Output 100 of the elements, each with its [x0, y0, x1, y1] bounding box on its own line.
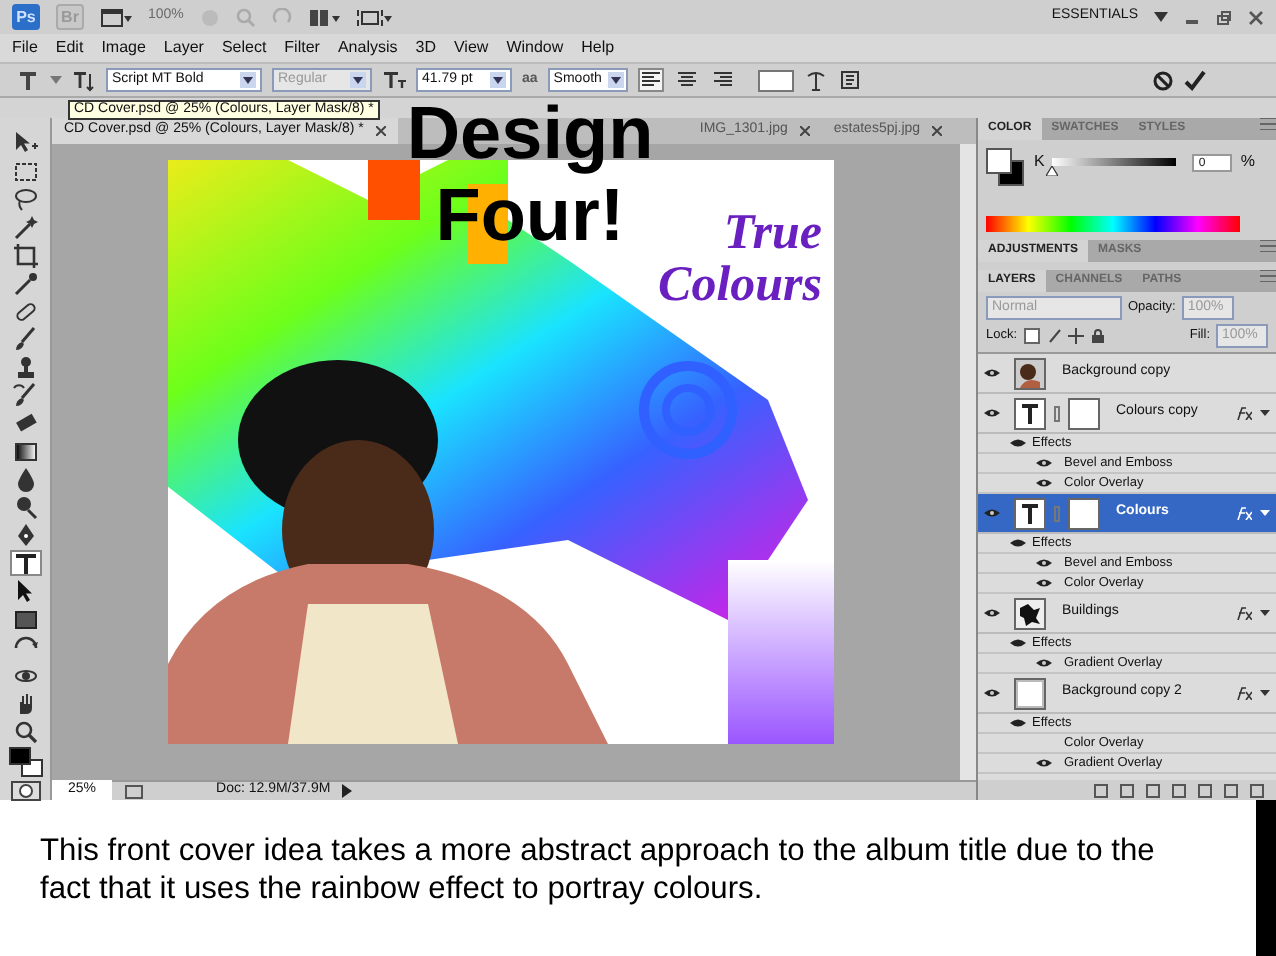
tool-button[interactable] — [9, 186, 41, 212]
brush-tool-icon — [11, 326, 39, 352]
tool-button[interactable] — [9, 438, 41, 464]
tool-button[interactable] — [9, 270, 41, 296]
menu-item[interactable]: Select — [221, 36, 267, 60]
status-menu-icon[interactable] — [124, 783, 145, 799]
caret-icon — [1154, 12, 1168, 22]
effects-eye-icon[interactable] — [1010, 438, 1026, 448]
effect-eye-icon[interactable] — [1036, 658, 1052, 668]
eyedropper-icon — [11, 270, 39, 296]
tool-button[interactable] — [9, 158, 41, 184]
menu-item[interactable]: Layer — [163, 36, 204, 60]
menu-item[interactable]: 3D — [415, 36, 436, 60]
layer-mask-thumbnail[interactable] — [1068, 497, 1100, 529]
screen-mode-icon[interactable] — [355, 7, 392, 27]
move-tool-icon — [11, 130, 39, 156]
restore-icon[interactable] — [1216, 9, 1232, 25]
close-icon[interactable] — [799, 126, 810, 136]
menu-item[interactable]: Window — [506, 36, 564, 60]
text-layer-icon — [1016, 499, 1044, 527]
collapse-arrow-icon[interactable] — [1260, 688, 1270, 698]
blank-thumbnail — [1016, 679, 1044, 707]
text-orientation-icon[interactable] — [72, 68, 96, 92]
magic-wand-icon — [11, 214, 39, 240]
dropdown-arrow-icon — [240, 72, 256, 88]
text-tool-icon[interactable] — [16, 68, 40, 92]
view-extras-icon[interactable] — [100, 7, 132, 27]
align-button[interactable] — [637, 68, 664, 92]
effect-eye-icon[interactable] — [1036, 478, 1052, 488]
commit-icon[interactable] — [1184, 69, 1206, 91]
menu-item[interactable]: View — [453, 36, 489, 60]
text-tool-icon — [11, 550, 39, 576]
marquee-tool-icon — [11, 158, 39, 184]
tool-button[interactable] — [9, 214, 41, 240]
move-icon[interactable] — [1067, 328, 1084, 344]
warp-text-icon[interactable] — [803, 68, 828, 92]
history-brush-icon — [11, 382, 39, 408]
align-right-icon — [713, 72, 732, 88]
dodge-tool-icon — [11, 494, 39, 520]
visibility-eye-icon[interactable] — [984, 608, 1000, 618]
zoom-tool-icon — [11, 718, 39, 744]
align-button[interactable] — [673, 68, 700, 92]
collapse-arrow-icon[interactable] — [1260, 608, 1270, 618]
gradient-tool-icon — [11, 438, 39, 464]
bandage-icon — [11, 298, 39, 324]
color-swatches-icon[interactable] — [7, 746, 43, 778]
collapse-arrow-icon[interactable] — [1260, 408, 1270, 418]
menu-item[interactable]: File — [12, 36, 38, 60]
menu-item[interactable]: Analysis — [337, 36, 398, 60]
visibility-eye-icon[interactable] — [984, 368, 1000, 378]
lock-transparent-icon[interactable] — [1023, 328, 1040, 344]
close-icon[interactable] — [1248, 9, 1264, 25]
close-icon[interactable] — [932, 126, 943, 136]
tool-button[interactable] — [9, 382, 41, 408]
color-swatches-icon[interactable] — [986, 148, 1026, 188]
unit-label: % — [1240, 150, 1255, 174]
align-button[interactable] — [709, 68, 736, 92]
app-logo[interactable]: Ps — [12, 4, 40, 30]
lock-icon[interactable] — [1089, 328, 1106, 344]
arrange-documents-icon[interactable] — [307, 7, 340, 27]
menu-item[interactable]: Edit — [55, 36, 84, 60]
tool-button[interactable] — [9, 242, 41, 268]
font-size-icon — [382, 68, 406, 92]
tool-button[interactable] — [9, 550, 41, 576]
character-panel-icon[interactable] — [837, 68, 862, 92]
align-center-icon — [677, 72, 696, 88]
visibility-eye-icon[interactable] — [984, 408, 1000, 418]
play-arrow-icon[interactable] — [342, 784, 353, 798]
effect-eye-icon[interactable] — [1036, 758, 1052, 768]
effect-eye-icon[interactable] — [1036, 558, 1052, 568]
visibility-eye-icon[interactable] — [984, 688, 1000, 698]
dropdown-arrow-icon — [350, 72, 366, 88]
align-left-icon — [641, 72, 660, 88]
effects-eye-icon[interactable] — [1010, 638, 1026, 648]
caret-icon — [50, 76, 62, 84]
photo-thumbnail — [1016, 359, 1044, 387]
effects-eye-icon[interactable] — [1010, 538, 1026, 548]
text-layer-icon — [1016, 399, 1044, 427]
channel-label: K — [1034, 150, 1045, 174]
tool-button[interactable] — [9, 606, 41, 632]
effects-eye-icon[interactable] — [1010, 718, 1026, 728]
dropdown-arrow-icon — [490, 72, 506, 88]
layer-mask-thumbnail[interactable] — [1068, 397, 1100, 429]
collapse-arrow-icon[interactable] — [1260, 508, 1270, 518]
text-color-swatch[interactable] — [757, 69, 794, 91]
dropdown-arrow-icon — [607, 72, 624, 88]
effect-eye-icon[interactable] — [1036, 578, 1052, 588]
menu-item[interactable]: Help — [581, 36, 615, 60]
menu-item[interactable]: Filter — [284, 36, 320, 60]
crop-tool-icon — [11, 242, 39, 268]
effect-eye-icon[interactable] — [1036, 458, 1052, 468]
lasso-tool-icon — [11, 186, 39, 212]
menu-item[interactable]: Image — [101, 36, 146, 60]
cancel-icon[interactable] — [1152, 69, 1174, 91]
color-spectrum-bar[interactable] — [986, 216, 1240, 232]
visibility-eye-icon[interactable] — [984, 508, 1000, 518]
quick-mask-icon[interactable] — [9, 780, 41, 802]
slider-thumb[interactable] — [1046, 166, 1059, 176]
vertical-scrollbar[interactable] — [960, 144, 976, 780]
close-icon[interactable] — [375, 126, 386, 136]
